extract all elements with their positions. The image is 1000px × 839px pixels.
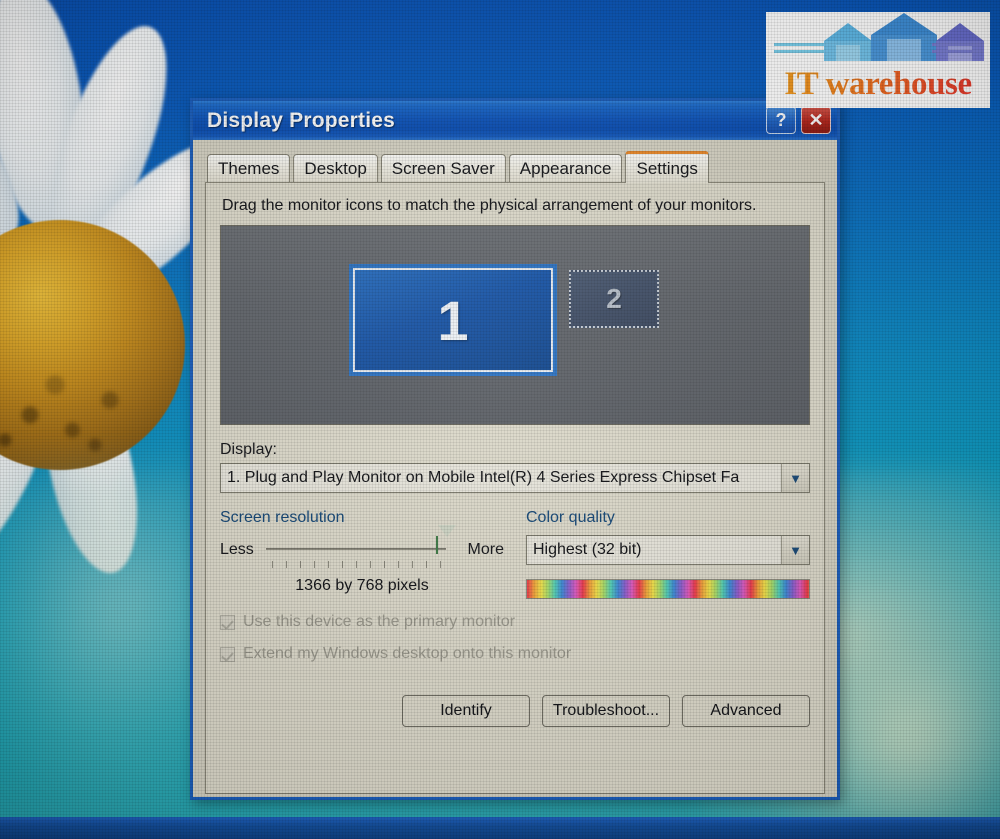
warehouse-door [948, 45, 972, 61]
slider-thumb[interactable] [435, 525, 456, 563]
settings-tab-panel: Drag the monitor icons to match the phys… [205, 182, 825, 794]
tab-settings[interactable]: Settings [625, 151, 709, 183]
slider-more-label: More [467, 541, 504, 558]
color-quality-value: Highest (32 bit) [533, 541, 642, 558]
primary-monitor-checkbox [220, 614, 235, 630]
extend-desktop-checkbox [220, 646, 235, 662]
warehouse-roof [936, 23, 984, 41]
display-properties-dialog: Display Properties ? ✕ Themes Desktop Sc… [190, 98, 840, 800]
monitor-icon-1[interactable]: 1 [349, 264, 557, 376]
arrangement-hint-text: Drag the monitor icons to match the phys… [222, 197, 757, 214]
screen-resolution-slider-row: Less More [220, 525, 504, 568]
screen-resolution-label: Screen resolution [220, 509, 345, 526]
chevron-down-icon[interactable]: ▼ [781, 464, 809, 492]
slider-track [265, 548, 446, 550]
warehouse-icon-small-left [824, 23, 872, 61]
dialog-titlebar[interactable]: Display Properties ? ✕ [190, 98, 840, 140]
watermark-brand-text: IT warehouse [766, 65, 990, 103]
warehouse-door [887, 39, 921, 61]
troubleshoot-button[interactable]: Troubleshoot... [542, 695, 670, 727]
settings-action-buttons: Identify Troubleshoot... Advanced [220, 695, 810, 727]
tab-appearance[interactable]: Appearance [508, 154, 623, 182]
display-select[interactable]: 1. Plug and Play Monitor on Mobile Intel… [220, 463, 810, 493]
watermark-line-left [774, 50, 826, 53]
it-warehouse-watermark: IT warehouse [766, 12, 990, 108]
identify-button[interactable]: Identify [402, 695, 530, 727]
extend-desktop-label: Extend my Windows desktop onto this moni… [243, 645, 572, 662]
display-field-label: Display: [220, 441, 277, 458]
tab-themes[interactable]: Themes [207, 154, 291, 182]
slider-ticks [271, 561, 446, 568]
resolution-value-text: 1366 by 768 pixels [295, 577, 429, 594]
tab-screen-saver[interactable]: Screen Saver [380, 154, 506, 182]
monitor-icon-2[interactable]: 2 [569, 270, 659, 328]
monitor-arrangement-preview[interactable]: 1 2 [220, 225, 810, 425]
warehouse-door [836, 45, 860, 61]
slider-less-label: Less [220, 541, 254, 558]
close-button[interactable]: ✕ [801, 106, 831, 134]
chevron-down-icon[interactable]: ▼ [781, 536, 809, 564]
slider-thumb-pointer [437, 525, 456, 554]
settings-columns: Screen resolution Less More 1366 by 768 … [220, 509, 810, 599]
tab-strip: Themes Desktop Screen Saver Appearance S… [207, 150, 837, 183]
color-quality-label: Color quality [526, 509, 615, 526]
watermark-house-row [766, 13, 990, 65]
color-spectrum-strip [526, 579, 810, 599]
desktop-taskbar[interactable] [0, 817, 1000, 839]
warehouse-roof [824, 23, 872, 41]
warehouse-roof [871, 13, 937, 35]
watermark-line-left [774, 43, 826, 46]
color-quality-group: Color quality Highest (32 bit) ▼ [526, 509, 810, 599]
tab-desktop[interactable]: Desktop [293, 154, 378, 182]
dialog-title: Display Properties [207, 108, 396, 132]
warehouse-icon-large-center [871, 13, 937, 61]
screen-resolution-group: Screen resolution Less More 1366 by 768 … [220, 509, 504, 599]
advanced-button[interactable]: Advanced [682, 695, 810, 727]
display-select-value: 1. Plug and Play Monitor on Mobile Intel… [227, 469, 740, 486]
titlebar-buttons: ? ✕ [766, 106, 831, 134]
help-button[interactable]: ? [766, 106, 796, 134]
primary-monitor-label: Use this device as the primary monitor [243, 613, 516, 630]
extend-desktop-checkbox-row: Extend my Windows desktop onto this moni… [220, 645, 810, 663]
watermark-line-right [932, 43, 984, 46]
watermark-line-right [932, 50, 984, 53]
color-quality-select[interactable]: Highest (32 bit) ▼ [526, 535, 810, 565]
screen-resolution-slider[interactable] [264, 525, 458, 568]
warehouse-icon-small-right [936, 23, 984, 61]
primary-monitor-checkbox-row: Use this device as the primary monitor [220, 613, 810, 631]
